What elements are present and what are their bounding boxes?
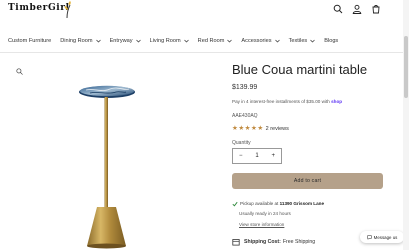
search-icon[interactable] (333, 4, 343, 14)
nav-item-textiles[interactable]: Textiles (289, 38, 316, 44)
pickup-location: 11390 Grissom Lane (279, 201, 325, 206)
quantity-input[interactable]: 1 (255, 153, 258, 159)
star-icon: ★ (238, 125, 245, 132)
increase-quantity-button[interactable]: + (271, 153, 275, 159)
nav-item-label: Dining Room (60, 38, 93, 44)
shipping-info: Shipping Cost: Free Shipping (232, 238, 315, 246)
nav-item-label: Blogs (324, 38, 339, 44)
message-us-button[interactable]: Message us (360, 231, 404, 243)
product-title: Blue Coua martini table (232, 62, 368, 77)
chevron-down-icon (95, 39, 101, 43)
header-actions (333, 4, 381, 14)
nav-item-dining-room[interactable]: Dining Room (60, 38, 101, 44)
nav-item-label: Red Room (197, 38, 225, 44)
star-icon: ★ (244, 125, 251, 132)
box-icon (232, 239, 240, 246)
star-icon: ★ (257, 125, 264, 132)
chevron-down-icon (135, 39, 141, 43)
product-gallery[interactable] (10, 60, 218, 250)
nav-item-label: Living Room (149, 38, 181, 44)
quantity-label: Quantity (232, 140, 251, 146)
site-logo[interactable]: TimberGirl (8, 3, 70, 13)
header-divider (0, 52, 409, 53)
shipping-value: Free Shipping (282, 239, 316, 245)
star-icon: ★ (250, 125, 257, 132)
message-us-label: Message us (373, 234, 398, 240)
reviews-count[interactable]: 2 reviews (266, 126, 289, 132)
nav-item-label: Entryway (109, 38, 133, 44)
shipping-label: Shipping Cost: (244, 239, 281, 245)
quantity-stepper: − 1 + (232, 148, 282, 164)
product-sku: AAE430AQ (232, 113, 258, 119)
main-navigation: Custom Furniture Dining Room Entryway Li… (0, 34, 409, 48)
pickup-prefix: Pickup available at (240, 201, 279, 206)
nav-item-accessories[interactable]: Accessories (241, 38, 280, 44)
logo-leaf-icon (64, 1, 71, 19)
chevron-down-icon (274, 39, 280, 43)
checkmark-icon (232, 201, 238, 207)
product-price: $139.99 (232, 84, 258, 91)
decrease-quantity-button[interactable]: − (239, 153, 243, 159)
product-rating[interactable]: ★ ★ ★ ★ ★ 2 reviews (232, 125, 289, 133)
nav-item-red-room[interactable]: Red Room (198, 38, 233, 44)
installments-note: Pay in 4 interest-free installments of $… (232, 99, 342, 104)
site-header: TimberGirl (0, 0, 409, 24)
product-image (79, 85, 135, 249)
nav-item-label: Accessories (241, 38, 272, 44)
chevron-down-icon (183, 39, 189, 43)
add-to-cart-button[interactable]: Add to cart (232, 173, 383, 189)
chevron-down-icon (310, 39, 315, 43)
cart-icon[interactable] (371, 4, 381, 14)
chat-bubble-icon (366, 234, 372, 240)
installments-text: Pay in 4 interest-free installments of $… (232, 99, 330, 104)
pickup-availability: Pickup available at 11390 Grissom Lane (232, 201, 324, 207)
shop-pay-logo: shop (331, 99, 343, 104)
nav-item-custom-furniture[interactable]: Custom Furniture (8, 38, 51, 44)
chevron-down-icon (227, 39, 233, 43)
pickup-text: Pickup available at 11390 Grissom Lane (240, 201, 324, 207)
nav-item-living-room[interactable]: Living Room (150, 38, 189, 44)
star-icon: ★ (232, 125, 238, 132)
nav-item-label: Textiles (288, 38, 308, 44)
view-store-info-link[interactable]: View store information (239, 222, 284, 227)
pickup-ready-time: Usually ready in 24 hours (239, 211, 291, 216)
nav-item-blogs[interactable]: Blogs (324, 38, 338, 44)
nav-item-entryway[interactable]: Entryway (110, 38, 141, 44)
scrollbar-thumb[interactable] (404, 36, 408, 98)
account-icon[interactable] (352, 4, 362, 14)
nav-item-label: Custom Furniture (8, 38, 52, 44)
